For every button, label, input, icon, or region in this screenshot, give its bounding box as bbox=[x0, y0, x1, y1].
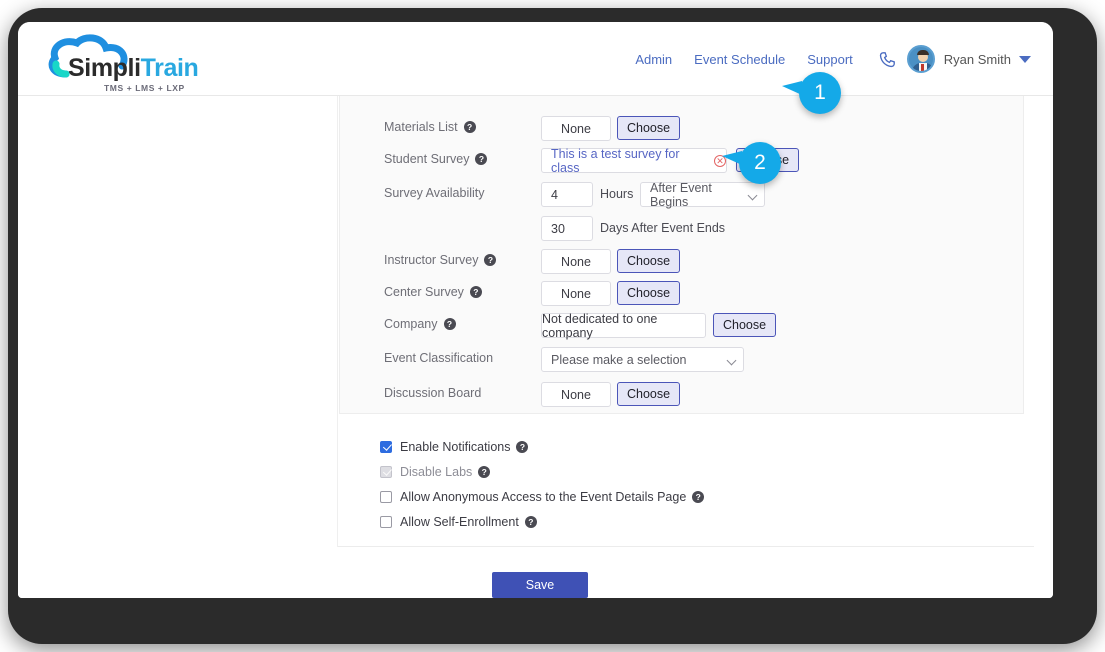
checkbox-disable-labs bbox=[380, 465, 392, 478]
row-center-survey: Center Survey? None Choose bbox=[340, 281, 1025, 306]
phone-icon[interactable] bbox=[878, 50, 897, 69]
help-icon[interactable]: ? bbox=[463, 121, 476, 133]
callout-number-1: 1 bbox=[814, 81, 826, 104]
callout-number-2: 2 bbox=[754, 151, 766, 174]
label-allow-self-enrollment: Allow Self-Enrollment bbox=[400, 514, 519, 529]
brand-logo[interactable]: SimpliTrain TMS + LMS + LXP bbox=[46, 32, 246, 93]
field-discussion-board[interactable]: None bbox=[541, 382, 611, 407]
label-student-survey: Student Survey? bbox=[384, 152, 488, 166]
chevron-down-icon bbox=[726, 355, 737, 366]
help-icon[interactable]: ? bbox=[443, 318, 456, 330]
help-icon[interactable]: ? bbox=[469, 286, 482, 298]
nav-link-support[interactable]: Support bbox=[796, 52, 864, 67]
label-disable-labs: Disable Labs bbox=[400, 464, 473, 479]
label-center-survey: Center Survey? bbox=[384, 285, 482, 299]
field-instructor-survey[interactable]: None bbox=[541, 249, 611, 274]
help-icon[interactable]: ? bbox=[692, 490, 705, 503]
label-allow-anonymous-access: Allow Anonymous Access to the Event Deta… bbox=[400, 489, 687, 504]
chevron-down-icon bbox=[747, 190, 758, 201]
callout-marker-2: 2 bbox=[722, 142, 781, 184]
survey-timing-value: After Event Begins bbox=[650, 180, 712, 209]
options-checkbox-group: Enable Notifications ? Disable Labs ? Al… bbox=[380, 434, 705, 534]
left-column bbox=[38, 96, 338, 547]
content-card: Materials List? None Choose Student Surv… bbox=[38, 96, 1034, 547]
row-survey-availability: Survey Availability 4 Hours After Event … bbox=[340, 180, 1025, 209]
label-company: Company? bbox=[384, 317, 456, 331]
event-settings-panel: Materials List? None Choose Student Surv… bbox=[339, 96, 1024, 414]
chevron-down-icon[interactable] bbox=[1019, 55, 1031, 63]
brand-wordmark: SimpliTrain bbox=[68, 54, 199, 83]
checkbox-row-disable-labs: Disable Labs ? bbox=[380, 459, 704, 484]
callout-marker-1: 1 bbox=[782, 72, 841, 114]
event-classification-select[interactable]: Please make a selection bbox=[541, 347, 744, 372]
row-discussion-board: Discussion Board None Choose bbox=[340, 382, 1025, 407]
checkbox-allow-self-enrollment[interactable] bbox=[380, 515, 392, 528]
page-body: Materials List? None Choose Student Surv… bbox=[18, 96, 1053, 598]
choose-discussion-board-button[interactable]: Choose bbox=[617, 382, 681, 406]
row-materials-list: Materials List? None Choose bbox=[340, 116, 1025, 141]
help-icon[interactable]: ? bbox=[475, 153, 488, 165]
row-instructor-survey: Instructor Survey? None Choose bbox=[340, 249, 1025, 274]
field-center-survey[interactable]: None bbox=[541, 281, 611, 306]
help-icon[interactable]: ? bbox=[516, 440, 529, 453]
choose-materials-list-button[interactable]: Choose bbox=[617, 116, 681, 140]
checkbox-enable-notifications[interactable] bbox=[380, 440, 392, 453]
field-company[interactable]: Not dedicated to one company bbox=[541, 312, 706, 340]
app-screen: SimpliTrain TMS + LMS + LXP Admin Event … bbox=[18, 22, 1053, 598]
label-materials-list: Materials List? bbox=[384, 120, 476, 134]
label-hours: Hours bbox=[600, 187, 634, 201]
row-event-classification: Event Classification Please make a selec… bbox=[340, 347, 1025, 372]
row-survey-days: 30 Days After Event Ends bbox=[340, 216, 1025, 241]
checkbox-allow-anonymous-access[interactable] bbox=[380, 490, 392, 503]
help-icon[interactable]: ? bbox=[524, 515, 537, 528]
avatar[interactable] bbox=[906, 45, 935, 73]
label-enable-notifications: Enable Notifications bbox=[400, 439, 511, 454]
help-icon[interactable]: ? bbox=[478, 465, 491, 478]
event-classification-value: Please make a selection bbox=[551, 352, 687, 367]
label-discussion-board: Discussion Board bbox=[384, 386, 482, 400]
callout-tail bbox=[782, 81, 802, 95]
callout-tail bbox=[722, 151, 742, 165]
app-header: SimpliTrain TMS + LMS + LXP Admin Event … bbox=[18, 22, 1053, 96]
choose-instructor-survey-button[interactable]: Choose bbox=[617, 249, 681, 273]
row-company: Company? Not dedicated to one company Ch… bbox=[340, 312, 1025, 340]
choose-company-button[interactable]: Choose bbox=[713, 313, 777, 337]
brand-name-part2: Train bbox=[140, 54, 199, 82]
device-bezel: SimpliTrain TMS + LMS + LXP Admin Event … bbox=[8, 8, 1097, 644]
row-student-survey: Student Survey? This is a test survey fo… bbox=[340, 146, 1025, 175]
checkbox-row-enable-notifications[interactable]: Enable Notifications ? bbox=[380, 434, 704, 459]
field-student-survey[interactable]: This is a test survey for class ✕ bbox=[541, 146, 727, 175]
nav-link-event-schedule[interactable]: Event Schedule bbox=[683, 52, 796, 67]
survey-timing-select[interactable]: After Event Begins bbox=[640, 180, 765, 209]
user-name-label: Ryan Smith bbox=[943, 51, 1011, 67]
brand-name-part1: Simpli bbox=[68, 54, 141, 82]
field-materials-list[interactable]: None bbox=[541, 116, 611, 141]
help-icon[interactable]: ? bbox=[484, 254, 497, 266]
student-survey-value: This is a test survey for class bbox=[551, 146, 680, 175]
brand-tagline: TMS + LMS + LXP bbox=[104, 83, 185, 93]
save-button[interactable]: Save bbox=[492, 572, 588, 598]
nav-link-admin[interactable]: Admin bbox=[624, 52, 683, 67]
checkbox-row-allow-self-enrollment[interactable]: Allow Self-Enrollment ? bbox=[380, 509, 704, 534]
survey-days-input[interactable]: 30 bbox=[541, 216, 593, 241]
label-days-after-event-ends: Days After Event Ends bbox=[600, 221, 726, 235]
survey-hours-input[interactable]: 4 bbox=[541, 182, 593, 207]
choose-center-survey-button[interactable]: Choose bbox=[617, 281, 681, 305]
label-survey-availability: Survey Availability bbox=[384, 186, 485, 200]
label-instructor-survey: Instructor Survey? bbox=[384, 253, 497, 267]
checkbox-row-allow-anonymous-access[interactable]: Allow Anonymous Access to the Event Deta… bbox=[380, 484, 705, 509]
label-event-classification: Event Classification bbox=[384, 351, 494, 365]
